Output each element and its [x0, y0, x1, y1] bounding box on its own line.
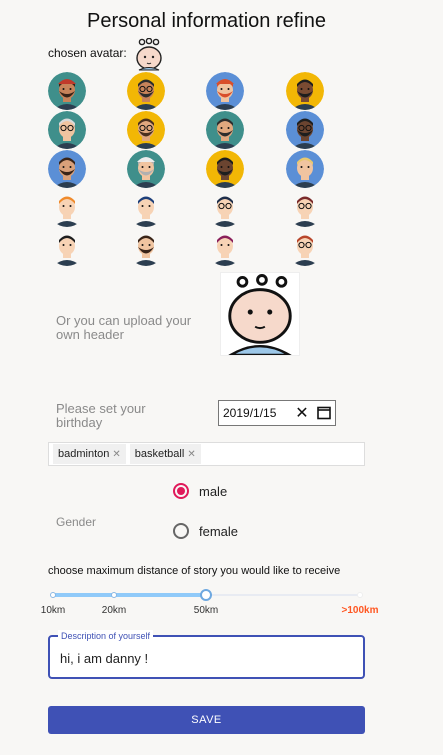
- distance-slider[interactable]: [50, 589, 363, 601]
- birthday-label: Please set your birthday: [56, 401, 146, 430]
- tag-chip: basketball ✕: [129, 444, 201, 464]
- avatar-glasses-man-icon[interactable]: [127, 111, 165, 149]
- slider-mark-label: 10km: [40, 605, 66, 616]
- avatar-blond-man-icon[interactable]: [286, 150, 324, 188]
- avatar-cool-man-icon[interactable]: [48, 150, 86, 188]
- slider-mark: [50, 592, 56, 598]
- clear-date-icon[interactable]: ✕: [291, 403, 313, 423]
- description-field[interactable]: Description of yourself hi, i am danny !: [48, 630, 365, 679]
- avatar-boy-phone-icon[interactable]: [48, 228, 86, 266]
- birthday-value: 2019/1/15: [223, 406, 277, 420]
- avatar-boy-glasses-icon[interactable]: [206, 189, 244, 227]
- avatar-red-shirt-man-icon[interactable]: [286, 72, 324, 110]
- slider-mark-label: >100km: [341, 605, 379, 616]
- birthday-date-input[interactable]: 2019/1/15 ✕: [218, 400, 336, 426]
- profile-page: Personal information refine chosen avata…: [0, 0, 443, 755]
- calendar-icon[interactable]: [313, 402, 335, 424]
- interests-tags-input[interactable]: badminton ✕ basketball ✕: [48, 442, 365, 466]
- slider-mark-label: 20km: [101, 605, 127, 616]
- gender-label: Gender: [56, 515, 97, 529]
- avatar-hipster-man-icon[interactable]: [206, 111, 244, 149]
- remove-tag-icon[interactable]: ✕: [112, 449, 120, 460]
- tag-label: basketball: [134, 448, 185, 460]
- description-value: hi, i am danny !: [60, 651, 149, 666]
- radio-checked-icon: [173, 483, 189, 499]
- avatar-dark-man-icon[interactable]: [286, 111, 324, 149]
- slider-mark: [111, 592, 117, 598]
- avatar-cap-man-icon[interactable]: [206, 72, 244, 110]
- avatar-girl-blue-icon[interactable]: [127, 189, 165, 227]
- distance-label: choose maximum distance of story you wou…: [48, 565, 341, 577]
- slider-mark: [357, 592, 363, 598]
- description-label: Description of yourself: [58, 630, 154, 642]
- avatar-afro-man-icon[interactable]: [206, 150, 244, 188]
- avatar-girl-red-icon[interactable]: [286, 228, 324, 266]
- upload-header-button[interactable]: [220, 272, 300, 357]
- slider-thumb[interactable]: [200, 589, 212, 601]
- avatar-girl-orange-icon[interactable]: [48, 189, 86, 227]
- avatar-bearded-man-icon[interactable]: [48, 72, 86, 110]
- slider-track: [53, 593, 206, 597]
- avatar-girl-purple-icon[interactable]: [206, 228, 244, 266]
- uploaded-header-image: [226, 274, 294, 357]
- avatar-sunglasses-man-icon[interactable]: [127, 72, 165, 110]
- gender-option-label: female: [199, 523, 239, 539]
- upload-header-label: Or you can upload your own header: [56, 313, 192, 342]
- gender-radio-male[interactable]: male: [173, 483, 227, 499]
- avatar-old-woman-icon[interactable]: [48, 111, 86, 149]
- tag-label: badminton: [58, 448, 110, 460]
- remove-tag-icon[interactable]: ✕: [187, 449, 195, 460]
- gender-radio-female[interactable]: female: [173, 523, 238, 539]
- avatar-man-suit-icon[interactable]: [127, 228, 165, 266]
- avatar-fedora-man-icon[interactable]: [127, 150, 165, 188]
- slider-mark-label: 50km: [193, 605, 219, 616]
- avatar-girl-brown-icon[interactable]: [286, 189, 324, 227]
- save-button[interactable]: SAVE: [48, 706, 365, 734]
- gender-option-label: male: [199, 483, 228, 499]
- chosen-avatar-label: chosen avatar:: [48, 46, 127, 60]
- radio-unchecked-icon: [173, 523, 189, 539]
- chosen-avatar-icon: [133, 37, 165, 72]
- page-title: Personal information refine: [86, 10, 326, 32]
- tag-chip: badminton ✕: [53, 444, 126, 464]
